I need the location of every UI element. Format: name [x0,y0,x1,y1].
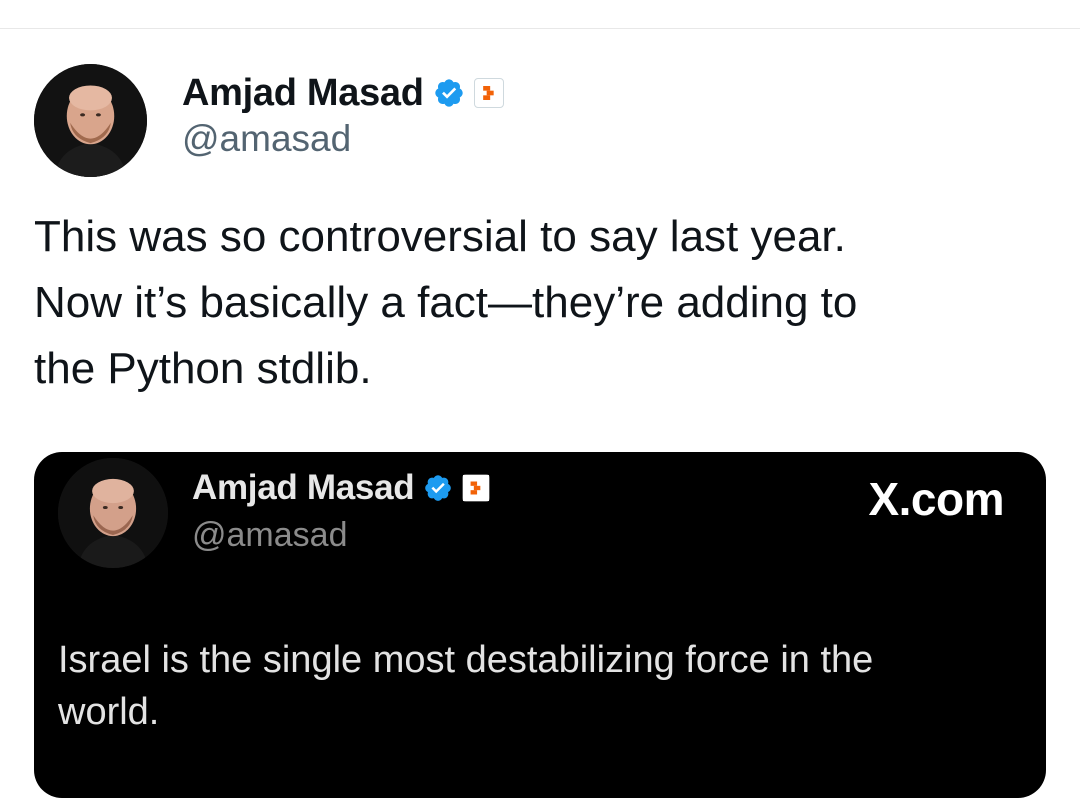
tweet-text-line: the Python stdlib. [34,344,372,393]
tweet-text-line: Now it’s basically a fact—they’re adding… [34,278,858,327]
quoted-author-avatar[interactable] [58,458,168,568]
replit-affiliate-icon[interactable] [462,474,491,502]
profile-photo-icon [34,64,147,177]
quoted-text-line: world. [58,691,160,733]
quoted-author-handle[interactable]: @amasad [192,516,347,555]
verified-badge-icon [423,473,453,503]
quoted-author-name-row: Amjad Masad [192,466,491,510]
tweet-text-line: This was so controversial to say last ye… [34,212,846,261]
author-avatar[interactable] [34,64,147,177]
quoted-author-name[interactable]: Amjad Masad [192,468,415,508]
author-handle[interactable]: @amasad [182,118,351,160]
author-name[interactable]: Amjad Masad [182,72,424,115]
site-label: X.com [868,473,1004,525]
quoted-text-line: Israel is the single most destabilizing … [58,639,874,681]
quoted-tweet-card[interactable]: Amjad Masad @amasad X.com Israel is the … [34,452,1046,798]
quoted-tweet-text: Israel is the single most destabilizing … [58,634,1018,738]
replit-affiliate-icon[interactable] [473,78,504,108]
profile-photo-icon [58,458,168,568]
author-name-row: Amjad Masad [182,70,504,116]
verified-badge-icon [433,77,465,109]
tweet-text: This was so controversial to say last ye… [34,204,1054,402]
top-divider [0,28,1080,29]
